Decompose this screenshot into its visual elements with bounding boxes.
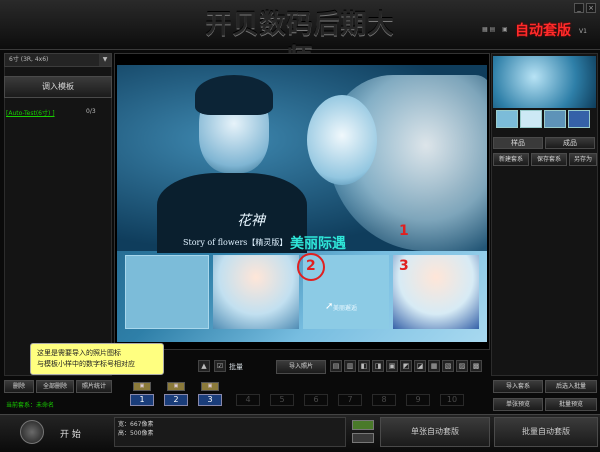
photo-slot-strip: ▣ 1 ▣ 2 ▣ 3 4 5 6 7 8 9 10 xyxy=(114,380,490,410)
tool-btn-10[interactable]: ▨ xyxy=(456,360,468,372)
photo-slot-thumb: 10 xyxy=(438,380,468,408)
size-select-value: 6寸 (3R, 4x6) xyxy=(9,56,49,63)
batch-label: 批量 xyxy=(229,363,243,371)
left-panel xyxy=(4,53,112,376)
batch-auto-label: 批量自动套版 xyxy=(522,427,570,436)
tool-btn-8[interactable]: ▦ xyxy=(428,360,440,372)
caption-cn: 美丽际遇 xyxy=(290,236,346,252)
photo-slot-thumb[interactable]: ▣ 2 xyxy=(162,380,192,408)
close-button[interactable]: × xyxy=(586,3,596,13)
slot-number: 5 xyxy=(270,394,294,406)
tool-btn-6[interactable]: ◩ xyxy=(400,360,412,372)
tool-btn-4[interactable]: ◨ xyxy=(372,360,384,372)
groom-hair xyxy=(195,75,273,115)
photo-slot-thumb: 4 xyxy=(234,380,264,408)
sample-mini-2[interactable] xyxy=(520,110,542,128)
tool-btn-5[interactable]: ▣ xyxy=(386,360,398,372)
slot-number: 6 xyxy=(304,394,328,406)
tool-btn-9[interactable]: ▧ xyxy=(442,360,454,372)
tab-sample[interactable]: 样品 xyxy=(493,137,543,149)
save-suite-button[interactable]: 保存套系 xyxy=(531,153,567,166)
photo-icon: ▣ xyxy=(133,382,151,391)
tool-icon-b[interactable]: ▣ xyxy=(502,26,508,33)
photo-icon: ▣ xyxy=(201,382,219,391)
sample-mini-1[interactable] xyxy=(496,110,518,128)
slot-number: 2 xyxy=(164,394,188,406)
import-photo-button[interactable]: 导入照片 xyxy=(276,360,326,374)
dimensions-text: 宽：667像素 高：500像素 xyxy=(118,420,153,438)
bride-face xyxy=(307,95,377,185)
slot-number: 4 xyxy=(236,394,260,406)
tool-btn-1[interactable]: ▤ xyxy=(330,360,342,372)
marker-1: 1 xyxy=(399,223,409,239)
batch-checkbox[interactable]: ☑ xyxy=(214,360,226,372)
prev-arrow-icon[interactable]: ▲ xyxy=(198,360,210,372)
single-auto-label: 单张自动套版 xyxy=(411,427,459,436)
batch-preview-button[interactable]: 批量预览 xyxy=(545,398,597,411)
photo-slot-thumb[interactable]: ▣ 3 xyxy=(196,380,226,408)
photo-slot-thumb: 8 xyxy=(370,380,400,408)
tool-icon-a[interactable]: ▦ ▤ xyxy=(482,26,495,33)
new-suite-button[interactable]: 新建套系 xyxy=(493,153,529,166)
load-template-button[interactable]: 调入模板 xyxy=(4,76,112,98)
start-button[interactable]: 开 始 xyxy=(60,427,81,440)
batch-auto-layout-button[interactable]: 批量自动套版 xyxy=(494,417,598,447)
current-suite-label: 当前套系：未命名 xyxy=(6,402,55,409)
photo-icon xyxy=(352,420,374,430)
delete-button[interactable]: 删除 xyxy=(4,380,34,393)
photo-slot-thumb: 7 xyxy=(336,380,366,408)
photo-slot-thumb: 9 xyxy=(404,380,434,408)
slot-number: 8 xyxy=(372,394,396,406)
tab-finished[interactable]: 成品 xyxy=(545,137,595,149)
caption-sub: Story of flowers【精灵版】 xyxy=(183,238,288,247)
photo-stats-button[interactable]: 照片统计 xyxy=(76,380,112,393)
tool-btn-2[interactable]: ▥ xyxy=(344,360,356,372)
width-text: 宽：667像素 xyxy=(118,421,154,428)
cursor-icon: ➚ xyxy=(325,301,334,312)
tool-btn-11[interactable]: ▩ xyxy=(470,360,482,372)
photo-slot-2[interactable] xyxy=(213,255,299,329)
hint-line-2: 与模板小样中的数字标号相对应 xyxy=(37,360,135,368)
slot-number: 9 xyxy=(406,394,430,406)
single-auto-layout-button[interactable]: 单张自动套版 xyxy=(380,417,490,447)
slot-number: 7 xyxy=(338,394,362,406)
template-preview[interactable]: 花神 Story of flowers【精灵版】 美丽际遇 1 美丽邂逅 2 3… xyxy=(117,65,487,342)
slot-number: 3 xyxy=(198,394,222,406)
app-title: 开贝数码后期大师 xyxy=(205,10,395,74)
caption-script: 花神 xyxy=(237,213,265,229)
mode-badge: 自动套版 xyxy=(515,23,571,39)
slot-number: 10 xyxy=(440,394,464,406)
sample-mini-3[interactable] xyxy=(544,110,566,128)
chevron-down-icon: ▼ xyxy=(99,54,111,66)
version-label: V1 xyxy=(579,28,587,35)
photo-slot-thumb[interactable]: ▣ 1 xyxy=(128,380,158,408)
tool-btn-3[interactable]: ◧ xyxy=(358,360,370,372)
strip-text: 美丽邂逅 xyxy=(333,305,358,312)
template-count: 0/3 xyxy=(86,108,96,115)
auto-batch-button[interactable]: 后选入批量 xyxy=(545,380,597,393)
photo-slot-thumb: 5 xyxy=(268,380,298,408)
hint-line-1: 这里是需要导入的照片图标 xyxy=(37,349,121,357)
size-select[interactable]: 6寸 (3R, 4x6) ▼ xyxy=(4,53,112,67)
tool-btn-7[interactable]: ◪ xyxy=(414,360,426,372)
slot-number: 1 xyxy=(130,394,154,406)
save-as-button[interactable]: 另存为 xyxy=(569,153,597,166)
sample-mini-4[interactable] xyxy=(568,110,590,128)
photo-slot-thumb: 6 xyxy=(302,380,332,408)
hint-tooltip: 这里是需要导入的照片图标 与模板小样中的数字标号相对应 xyxy=(30,343,164,375)
delete-all-button[interactable]: 全部删除 xyxy=(36,380,74,393)
sample-thumbnail[interactable] xyxy=(493,56,596,108)
start-icon[interactable] xyxy=(20,420,44,444)
marker-3: 3 xyxy=(399,258,409,274)
photo-icon: ▣ xyxy=(167,382,185,391)
minimize-button[interactable]: _ xyxy=(574,3,584,13)
height-text: 高：500像素 xyxy=(118,430,154,437)
photo-icon xyxy=(352,433,374,443)
import-suite-button[interactable]: 导入套系 xyxy=(493,380,543,393)
marker-2: 2 xyxy=(306,258,316,274)
photo-slot-blank-a xyxy=(125,255,209,329)
single-preview-button[interactable]: 单张预览 xyxy=(493,398,543,411)
